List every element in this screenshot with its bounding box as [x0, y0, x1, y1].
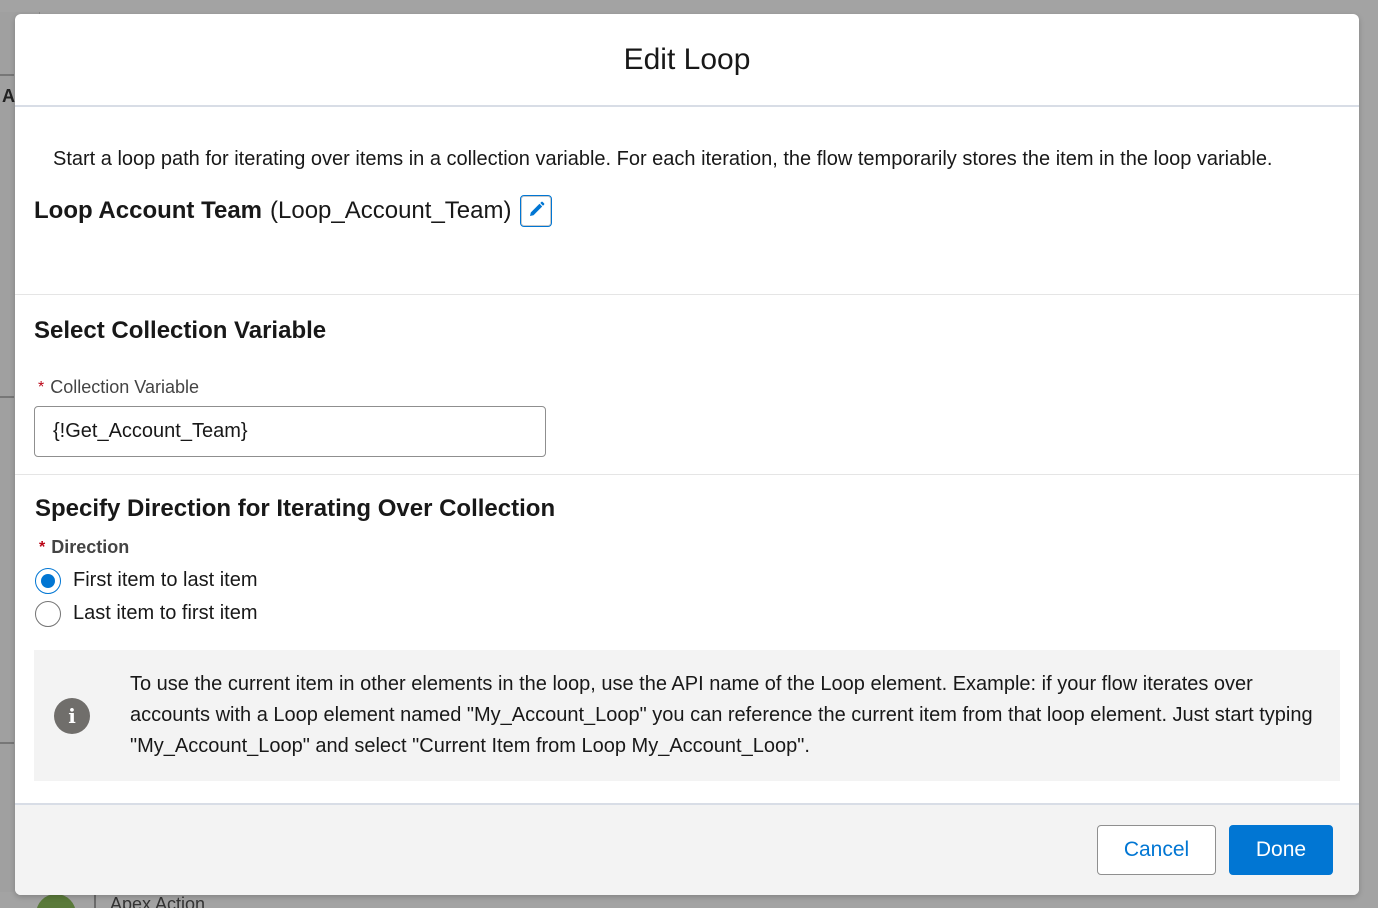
- required-marker: *: [39, 538, 46, 556]
- element-api-name: (Loop_Account_Team): [270, 197, 512, 224]
- element-label: Loop Account Team: [34, 197, 262, 224]
- info-text: To use the current item in other element…: [130, 673, 1313, 757]
- cancel-button[interactable]: Cancel: [1097, 825, 1216, 875]
- direction-field-label: * Direction: [35, 537, 1339, 558]
- background-divider: [0, 742, 14, 744]
- intro-section: Start a loop path for iterating over ite…: [15, 107, 1359, 295]
- direction-label-text: Direction: [51, 537, 130, 557]
- background-divider: [0, 396, 14, 398]
- modal-header: Edit Loop: [15, 14, 1359, 107]
- collection-heading: Select Collection Variable: [34, 317, 327, 344]
- done-button[interactable]: Done: [1229, 825, 1333, 875]
- radio-button-selected[interactable]: [35, 567, 61, 594]
- info-icon: i: [54, 697, 90, 734]
- radio-label: Last item to first item: [73, 602, 258, 624]
- info-box: i To use the current item in other eleme…: [34, 650, 1340, 781]
- radio-button[interactable]: [35, 600, 61, 627]
- modal-title: Edit Loop: [623, 42, 751, 76]
- modal-footer: Cancel Done: [15, 803, 1359, 895]
- edit-loop-modal: Edit Loop Start a loop path for iteratin…: [15, 14, 1359, 895]
- direction-section: Specify Direction for Iterating Over Col…: [15, 475, 1359, 781]
- background-partial-text: A: [2, 86, 15, 106]
- collection-section: Select Collection Variable * Collection …: [15, 295, 1359, 475]
- collection-variable-value: {!Get_Account_Team}: [53, 420, 248, 442]
- intro-text: Start a loop path for iterating over ite…: [53, 148, 1273, 170]
- required-marker: *: [38, 378, 45, 396]
- collection-field-label: * Collection Variable: [34, 377, 1339, 398]
- radio-last-to-first[interactable]: Last item to first item: [35, 600, 1339, 627]
- collection-label-text: Collection Variable: [50, 377, 199, 397]
- direction-heading: Specify Direction for Iterating Over Col…: [35, 495, 556, 522]
- pencil-icon: [527, 201, 545, 222]
- element-label-row: Loop Account Team (Loop_Account_Team): [34, 195, 1339, 227]
- radio-label: First item to last item: [73, 569, 258, 591]
- background-divider: [0, 74, 14, 76]
- edit-label-button[interactable]: [520, 195, 553, 227]
- radio-first-to-last[interactable]: First item to last item: [35, 567, 1339, 594]
- background-apex-action-label: Apex Action: [110, 894, 206, 908]
- collection-variable-input[interactable]: {!Get_Account_Team}: [34, 406, 546, 457]
